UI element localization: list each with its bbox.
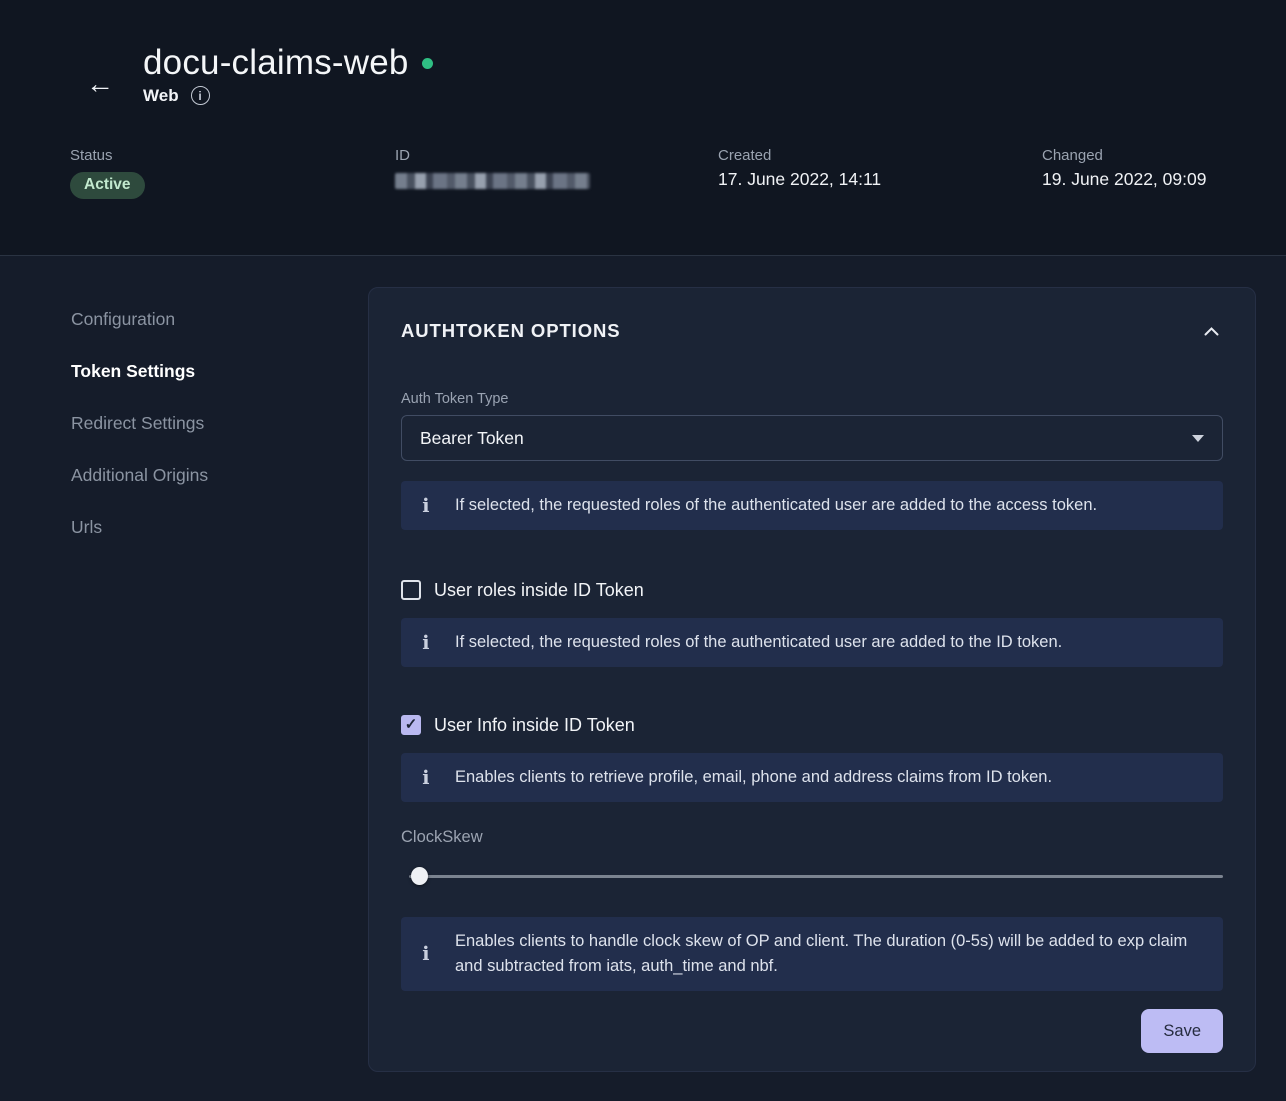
chevron-up-icon[interactable] [1200,323,1223,340]
status-column: Status Active [70,147,145,199]
status-badge: Active [70,172,145,199]
info-text: If selected, the requested roles of the … [455,630,1062,655]
caret-down-icon [1192,435,1204,442]
user-info-checkbox-row[interactable]: ✓ User Info inside ID Token [401,713,1223,737]
status-label: Status [70,147,145,164]
created-column: Created 17. June 2022, 14:11 [718,147,881,190]
info-icon: ℹ [417,767,435,789]
changed-column: Changed 19. June 2022, 09:09 [1042,147,1206,190]
changed-label: Changed [1042,147,1206,164]
title-block: docu-claims-web Web i [143,44,433,106]
sidebar-item-urls[interactable]: Urls [71,516,208,539]
info-box-user-info: ℹ Enables clients to retrieve profile, e… [401,753,1223,802]
info-icon: ℹ [417,943,435,965]
user-roles-checkbox-row[interactable]: ✓ User roles inside ID Token [401,578,1223,602]
sidebar-item-redirect-settings[interactable]: Redirect Settings [71,412,208,435]
user-info-checkbox[interactable]: ✓ [401,715,421,735]
user-roles-checkbox-label: User roles inside ID Token [434,580,644,601]
info-icon: ℹ [417,632,435,654]
auth-token-type-label: Auth Token Type [401,390,1223,408]
id-label: ID [395,147,590,164]
clockskew-label: ClockSkew [401,828,1223,846]
info-icon[interactable]: i [191,86,210,105]
info-text: Enables clients to retrieve profile, ema… [455,765,1052,790]
info-text: If selected, the requested roles of the … [455,493,1097,518]
client-type-label: Web [143,86,179,106]
created-value: 17. June 2022, 14:11 [718,169,881,190]
active-status-dot-icon [422,58,433,69]
page-header: ← docu-claims-web Web i Status Active ID… [0,0,1286,256]
clockskew-slider[interactable] [401,868,1223,884]
sidebar-item-configuration[interactable]: Configuration [71,308,208,331]
user-roles-checkbox[interactable]: ✓ [401,580,421,600]
back-button[interactable]: ← [84,68,116,100]
page-title: docu-claims-web [143,44,409,83]
info-icon: ℹ [417,495,435,517]
changed-value: 19. June 2022, 09:09 [1042,169,1206,190]
sidebar-item-additional-origins[interactable]: Additional Origins [71,464,208,487]
slider-thumb[interactable] [411,867,428,885]
client-id-value-redacted [395,173,590,189]
settings-nav: Configuration Token Settings Redirect Se… [71,308,208,539]
info-box-access-token: ℹ If selected, the requested roles of th… [401,481,1223,530]
panel-title: AUTHTOKEN OPTIONS [401,320,621,342]
info-box-id-token: ℹ If selected, the requested roles of th… [401,618,1223,667]
sidebar-item-token-settings[interactable]: Token Settings [71,360,208,383]
id-column: ID [395,147,590,189]
info-box-clockskew: ℹ Enables clients to handle clock skew o… [401,917,1223,991]
save-button[interactable]: Save [1141,1009,1223,1053]
info-text: Enables clients to handle clock skew of … [455,929,1207,979]
user-info-checkbox-label: User Info inside ID Token [434,715,635,736]
auth-token-type-select[interactable]: Bearer Token [401,415,1223,461]
auth-token-type-value: Bearer Token [420,428,524,449]
created-label: Created [718,147,881,164]
slider-track[interactable] [409,875,1223,878]
authtoken-options-panel: AUTHTOKEN OPTIONS Auth Token Type Bearer… [368,287,1256,1072]
